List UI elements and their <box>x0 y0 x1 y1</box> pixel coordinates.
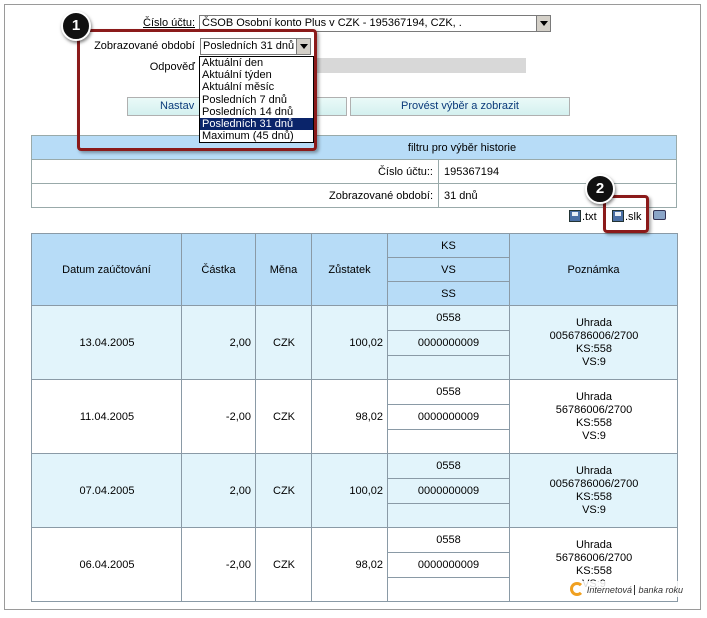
callout-badge-1: 1 <box>61 11 91 41</box>
cell-date: 07.04.2005 <box>31 453 182 528</box>
cell-note: Uhrada 0056786006/2700 KS:558 VS:9 <box>509 305 678 380</box>
cell-vs: 0000000009 <box>387 330 510 356</box>
cell-ss <box>387 503 510 528</box>
cell-date: 06.04.2005 <box>31 527 182 602</box>
cell-amount: -2,00 <box>181 527 256 602</box>
callout-highlight-2 <box>603 195 649 233</box>
table-row: 07.04.2005 2,00 CZK 100,02 0558 Uhrada 0… <box>31 453 678 528</box>
filter-account-value: 195367194 <box>438 159 677 184</box>
col-ss[interactable]: SS <box>387 281 510 306</box>
execute-button[interactable]: Provést výběr a zobrazit <box>350 97 570 116</box>
cell-note: Uhrada 0056786006/2700 KS:558 VS:9 <box>509 453 678 528</box>
cell-ss <box>387 355 510 380</box>
watermark-text-1: Internetová <box>586 585 632 595</box>
cell-note: Uhrada 56786006/2700 KS:558 VS:9 <box>509 379 678 454</box>
chevron-down-icon[interactable] <box>536 16 550 31</box>
cell-date: 13.04.2005 <box>31 305 182 380</box>
print-link[interactable] <box>653 210 666 223</box>
cell-amount: 2,00 <box>181 453 256 528</box>
col-currency[interactable]: Měna <box>255 233 312 306</box>
cell-balance: 100,02 <box>311 305 388 380</box>
col-ks[interactable]: KS <box>387 233 510 258</box>
watermark-text-2: banka roku <box>634 585 683 595</box>
cell-ks: 0558 <box>387 305 510 331</box>
cell-currency: CZK <box>255 453 312 528</box>
account-select-value: ČSOB Osobní konto Plus v CZK - 195367194… <box>202 17 462 29</box>
filter-account-label: Číslo účtu:: <box>31 159 439 184</box>
floppy-disk-icon <box>569 210 581 222</box>
cell-amount: -2,00 <box>181 379 256 454</box>
cell-date: 11.04.2005 <box>31 379 182 454</box>
col-date[interactable]: Datum zaúčtování <box>31 233 182 306</box>
award-watermark: Internetová banka roku <box>567 581 686 597</box>
cell-vs: 0000000009 <box>387 404 510 430</box>
cell-ks: 0558 <box>387 453 510 479</box>
cell-vs: 0000000009 <box>387 478 510 504</box>
callout-badge-2: 2 <box>585 174 615 204</box>
cell-currency: CZK <box>255 305 312 380</box>
export-txt-label: .txt <box>582 211 597 223</box>
table-row: 11.04.2005 -2,00 CZK 98,02 0558 Uhrada 5… <box>31 379 678 454</box>
response-field <box>317 58 526 73</box>
cell-balance: 100,02 <box>311 453 388 528</box>
cell-ks: 0558 <box>387 527 510 553</box>
transactions-table: Datum zaúčtování Částka Měna Zůstatek KS… <box>31 233 678 602</box>
account-label: Číslo účtu: <box>143 17 195 29</box>
printer-icon <box>653 210 666 220</box>
cell-amount: 2,00 <box>181 305 256 380</box>
col-note[interactable]: Poznámka <box>509 233 678 306</box>
col-vs[interactable]: VS <box>387 257 510 282</box>
cell-ss <box>387 577 510 602</box>
cell-currency: CZK <box>255 379 312 454</box>
award-logo-icon <box>570 582 585 596</box>
filter-period-label: Zobrazované období: <box>31 183 439 208</box>
cell-balance: 98,02 <box>311 379 388 454</box>
browser-content: Číslo účtu: ČSOB Osobní konto Plus v CZK… <box>4 4 701 610</box>
cell-currency: CZK <box>255 527 312 602</box>
cell-ks: 0558 <box>387 379 510 405</box>
cell-vs: 0000000009 <box>387 552 510 578</box>
cell-ss <box>387 429 510 454</box>
callout-highlight-1 <box>77 29 317 151</box>
table-row: 06.04.2005 -2,00 CZK 98,02 0558 Uhrada 5… <box>31 527 678 602</box>
cell-balance: 98,02 <box>311 527 388 602</box>
table-row: 13.04.2005 2,00 CZK 100,02 0558 Uhrada 0… <box>31 305 678 380</box>
col-balance[interactable]: Zůstatek <box>311 233 388 306</box>
col-amount[interactable]: Částka <box>181 233 256 306</box>
export-txt-link[interactable]: .txt <box>569 210 597 223</box>
